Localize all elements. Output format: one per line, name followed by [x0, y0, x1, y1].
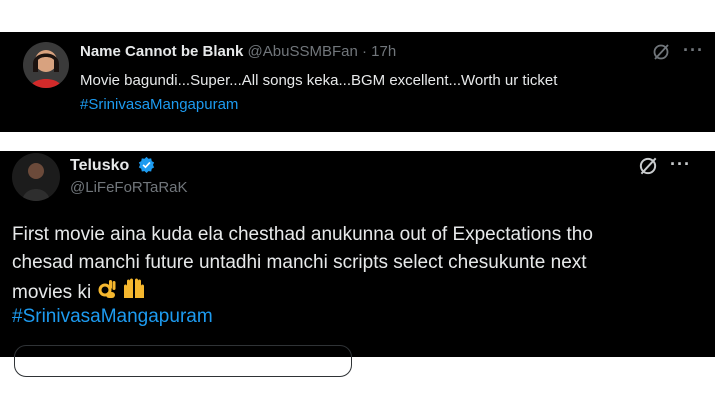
tweet-card-2[interactable]: Telusko @LiFeFoRTaRaK ··· First movie ai… — [0, 151, 715, 377]
grok-icon[interactable] — [651, 42, 671, 67]
more-icon[interactable]: ··· — [670, 154, 691, 175]
tweet-author-name[interactable]: Name Cannot be Blank — [80, 43, 243, 60]
verified-badge-icon — [138, 156, 155, 178]
avatar[interactable] — [23, 42, 69, 88]
tweet-text-line: First movie aina kuda ela chesthad anuku… — [12, 224, 593, 245]
hashtag-link[interactable]: #SrinivasaMangapuram — [12, 306, 213, 328]
avatar[interactable] — [12, 153, 60, 201]
tweet-text-line: chesad manchi future untadhi manchi scri… — [12, 252, 587, 273]
tweet-text: First movie aina kuda ela chesthad anuku… — [12, 221, 593, 308]
tweet-card-1[interactable]: Name Cannot be Blank @AbuSSMBFan · 17h ·… — [0, 32, 715, 132]
raised-hands-emoji — [121, 277, 147, 308]
hashtag-link[interactable]: #SrinivasaMangapuram — [80, 96, 238, 113]
grok-icon[interactable] — [637, 155, 659, 182]
tweet-author-handle[interactable]: @AbuSSMBFan — [248, 43, 358, 60]
tweet-time[interactable]: 17h — [371, 43, 396, 60]
more-icon[interactable]: ··· — [683, 40, 704, 61]
tweet-text-line: movies ki — [12, 281, 92, 303]
separator-dot: · — [362, 43, 367, 60]
tweet-author-name[interactable]: Telusko — [70, 157, 129, 174]
tweet-author-handle[interactable]: @LiFeFoRTaRaK — [70, 179, 188, 196]
tweet-text: Movie bagundi...Super...All songs keka..… — [80, 72, 558, 89]
media-card-edge — [14, 345, 352, 377]
ok-hand-emoji — [97, 277, 119, 308]
